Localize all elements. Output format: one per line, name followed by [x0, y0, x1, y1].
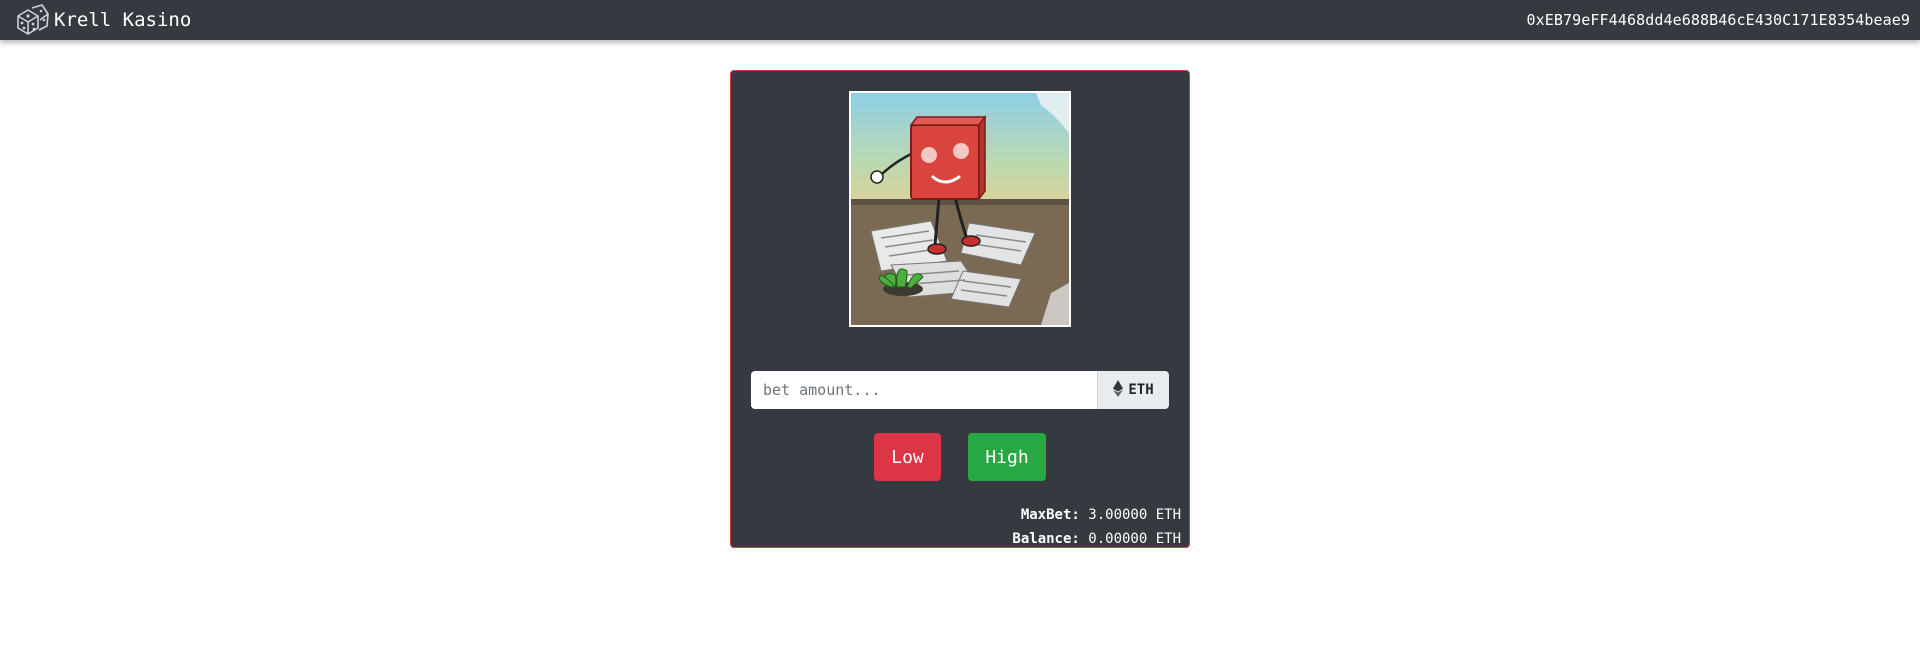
brand-link[interactable]: Krell Kasino — [14, 2, 191, 38]
balance-value: 0.00000 ETH — [1088, 531, 1181, 547]
currency-addon: ETH — [1097, 371, 1169, 409]
dice-character-image — [849, 91, 1071, 327]
brand-name: Krell Kasino — [54, 9, 192, 31]
maxbet-value: 3.00000 ETH — [1088, 507, 1181, 523]
wallet-address: 0xEB79eFF4468dd4e688B46cE430C171E8354bea… — [1526, 11, 1910, 29]
high-button[interactable]: High — [968, 433, 1046, 481]
balance-label: Balance: — [1012, 531, 1080, 547]
bet-input-group: ETH — [751, 371, 1169, 409]
game-card: ETH Low High MaxBet: 3.00000 ETH Balance… — [730, 70, 1190, 548]
bet-stats: MaxBet: 3.00000 ETH Balance: 0.00000 ETH — [1012, 503, 1181, 551]
maxbet-row: MaxBet: 3.00000 ETH — [1012, 503, 1181, 527]
maxbet-label: MaxBet: — [1020, 507, 1080, 523]
ethereum-icon — [1113, 379, 1124, 401]
low-button[interactable]: Low — [874, 433, 941, 481]
bet-amount-input[interactable] — [751, 371, 1097, 409]
balance-row: Balance: 0.00000 ETH — [1012, 527, 1181, 551]
dice-icon — [14, 2, 50, 38]
currency-label: ETH — [1128, 382, 1154, 398]
top-navbar: Krell Kasino 0xEB79eFF4468dd4e688B46cE43… — [0, 0, 1920, 40]
